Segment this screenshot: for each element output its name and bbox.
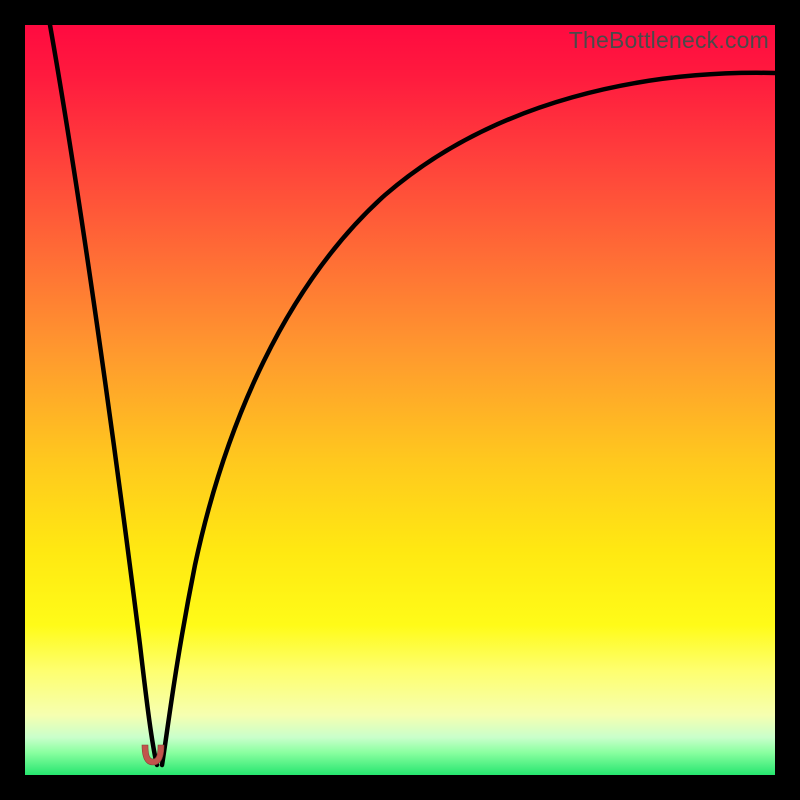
curve-left-branch	[50, 25, 157, 765]
curve-right-branch	[162, 73, 775, 765]
u-marker-icon	[139, 743, 167, 767]
minimum-marker	[139, 743, 167, 767]
plot-area: TheBottleneck.com	[25, 25, 775, 775]
bottleneck-curve	[25, 25, 775, 775]
